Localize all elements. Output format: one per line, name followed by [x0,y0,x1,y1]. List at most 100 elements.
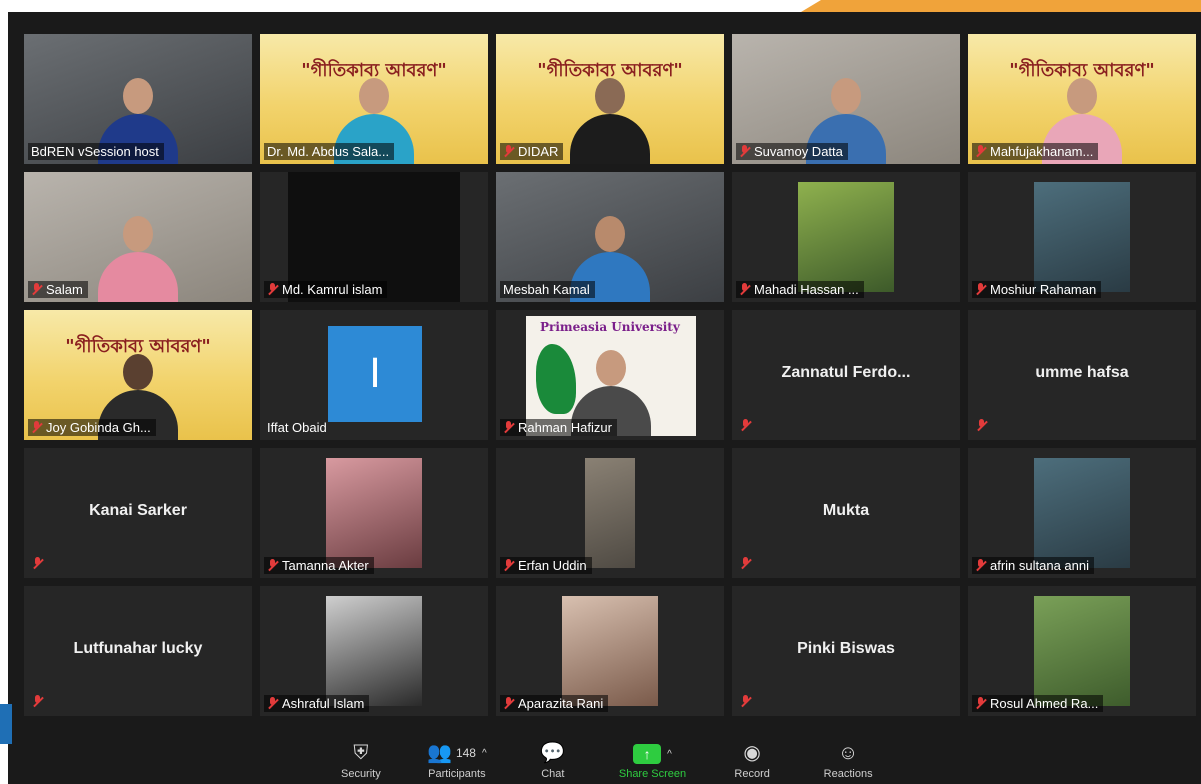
record-label: Record [734,768,770,780]
participant-name-label: afrin sultana anni [972,557,1095,574]
participant-name-center: Lutfunahar lucky [73,640,203,658]
muted-mic-icon [32,557,43,570]
video-feed [562,596,658,706]
muted-mic-icon [739,145,750,158]
participant-name-label: Suvamoy Datta [736,143,848,160]
participant-tile[interactable]: Mukta [732,448,960,578]
security-label: Security [340,768,381,780]
chat-icon: 💬 [540,742,566,764]
participant-name-label: Moshiur Rahaman [972,281,1102,298]
muted-mic-icon [740,419,751,432]
security-button[interactable]: ⛨ Security [331,742,391,780]
video-feed [326,596,422,706]
participant-tile[interactable]: Md. Kamrul islam [260,172,488,302]
share-screen-label: Share Screen [618,768,687,780]
participant-tile[interactable]: BdREN vSession host [24,34,252,164]
video-feed [798,182,894,292]
participant-name-label: DIDAR [500,143,564,160]
chevron-up-icon[interactable]: ^ [667,749,672,760]
avatar-initial: I [328,326,422,422]
participant-name-label: Rosul Ahmed Ra... [972,695,1104,712]
muted-mic-icon [975,697,986,710]
video-feed [1034,596,1130,706]
participant-name-label: Rahman Hafizur [500,419,617,436]
video-feed: Primeasia University [526,316,696,436]
meeting-toolbar: ⛨ Security 👥 148 ^ Participants 💬 Chat ↑… [8,734,1201,784]
video-feed [326,458,422,568]
participant-tile[interactable]: afrin sultana anni [968,448,1196,578]
participant-tile[interactable]: Pinki Biswas [732,586,960,716]
muted-mic-icon [267,559,278,572]
participant-name-label: Md. Kamrul islam [264,281,388,298]
muted-mic-icon [503,145,514,158]
record-button[interactable]: ◉ Record [722,742,782,780]
chat-button[interactable]: 💬 Chat [523,742,583,780]
active-speaker-tile[interactable]: Mesbah Kamal [496,172,724,302]
participant-name-label: Aparazita Rani [500,695,609,712]
participant-tile[interactable]: Mahadi Hassan ... [732,172,960,302]
participant-figure [93,212,183,302]
chat-label: Chat [541,768,565,780]
muted-mic-icon [503,421,514,434]
participant-name-label: Dr. Md. Abdus Sala... [264,143,395,160]
participant-tile[interactable]: Moshiur Rahaman [968,172,1196,302]
video-feed [1034,182,1130,292]
participant-tile[interactable]: "গীতিকাব্য আবরণ" DIDAR [496,34,724,164]
participant-tile[interactable]: Ashraful Islam [260,586,488,716]
participant-tile[interactable]: Zannatul Ferdo... [732,310,960,440]
participant-name-label: BdREN vSession host [28,143,164,160]
participant-figure [565,74,655,164]
participants-label: Participants [428,768,486,780]
participant-name-center: Pinki Biswas [797,640,895,658]
corner-decoration [0,704,12,744]
top-accent-stripe [801,0,1201,12]
participant-tile[interactable]: Suvamoy Datta [732,34,960,164]
participant-tile[interactable]: Tamanna Akter [260,448,488,578]
muted-mic-icon [740,695,751,708]
muted-mic-icon [32,695,43,708]
participant-name-label: Mahfujakhanam... [972,143,1099,160]
muted-mic-icon [503,559,514,572]
participant-name-center: umme hafsa [1035,364,1129,382]
participant-name-center: Zannatul Ferdo... [781,364,911,382]
participant-tile[interactable]: I Iffat Obaid [260,310,488,440]
participant-tile[interactable]: Erfan Uddin [496,448,724,578]
share-screen-icon: ↑ [633,744,662,764]
participant-tile[interactable]: Rosul Ahmed Ra... [968,586,1196,716]
participant-name-label: Mesbah Kamal [500,281,595,298]
reactions-button[interactable]: ☺ Reactions [818,742,878,780]
muted-mic-icon [267,697,278,710]
participant-name-center: Mukta [822,502,870,520]
muted-mic-icon [31,283,42,296]
participant-tile[interactable]: "গীতিকাব্য আবরণ" Mahfujakhanam... [968,34,1196,164]
university-banner-text: Primeasia University [540,320,680,334]
muted-mic-icon [740,557,751,570]
participant-tile[interactable]: umme hafsa [968,310,1196,440]
video-feed [1034,458,1130,568]
participant-tile[interactable]: "গীতিকাব্য আবরণ" Dr. Md. Abdus Sala... [260,34,488,164]
participant-name-label: Joy Gobinda Gh... [28,419,156,436]
participant-name-label: Erfan Uddin [500,557,592,574]
muted-mic-icon [31,421,42,434]
record-icon: ◉ [743,742,761,764]
muted-mic-icon [975,145,986,158]
participant-tile[interactable]: "গীতিকাব্য আবরণ" Joy Gobinda Gh... [24,310,252,440]
participant-tile[interactable]: Kanai Sarker [24,448,252,578]
participant-tile[interactable]: Aparazita Rani [496,586,724,716]
share-screen-button[interactable]: ↑ ^ Share Screen [619,744,686,780]
muted-mic-icon [975,559,986,572]
muted-mic-icon [503,697,514,710]
muted-mic-icon [975,283,986,296]
chevron-up-icon[interactable]: ^ [482,748,487,759]
participant-name-label: Iffat Obaid [267,420,327,435]
participant-tile[interactable]: Lutfunahar lucky [24,586,252,716]
shield-icon: ⛨ [353,742,369,764]
reactions-label: Reactions [823,768,873,780]
participants-icon: 👥 [427,742,452,764]
participant-tile[interactable]: Primeasia University Rahman Hafizur [496,310,724,440]
meeting-window: BdREN vSession host "গীতিকাব্য আবরণ" Dr.… [8,12,1201,784]
muted-mic-icon [267,283,278,296]
participant-tile[interactable]: Salam [24,172,252,302]
participants-button[interactable]: 👥 148 ^ Participants [427,742,487,780]
participant-name-label: Ashraful Islam [264,695,370,712]
